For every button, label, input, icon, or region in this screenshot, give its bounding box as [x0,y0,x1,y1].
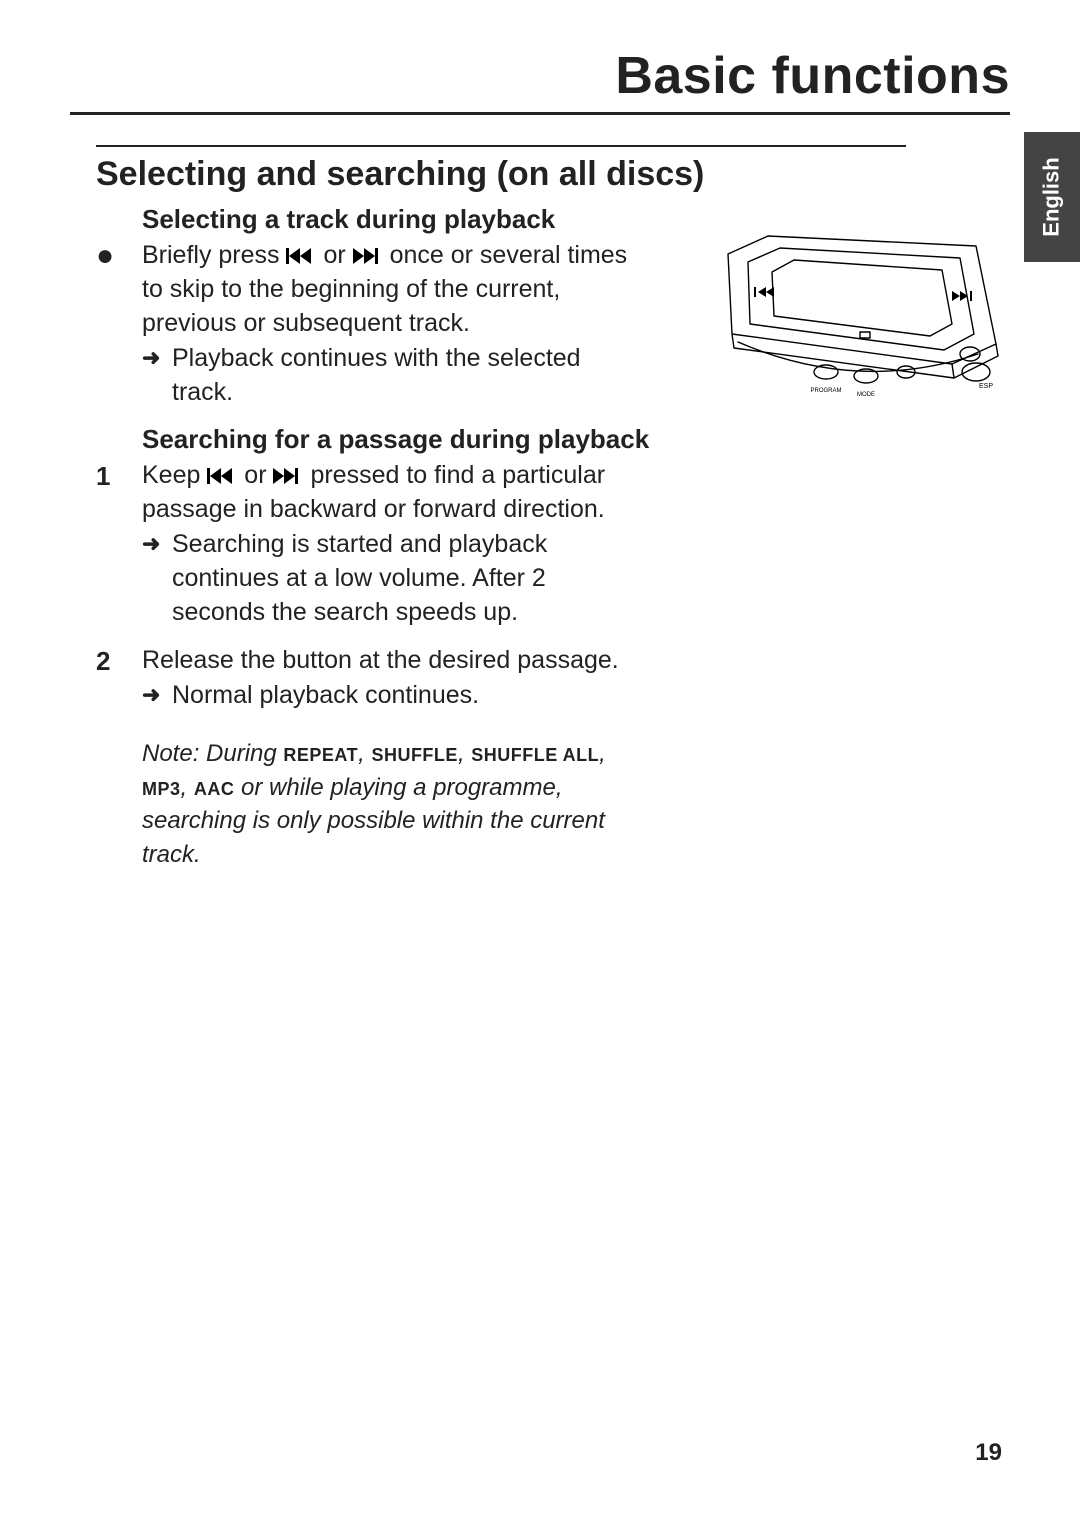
mode-shuffle: SHUFFLE [371,745,458,765]
skip-forward-icon [353,241,390,269]
step-number-2: 2 [96,644,142,679]
select-track-result: Playback continues with the selected tra… [172,342,642,410]
btn-label-esp: ESP [979,383,993,390]
language-tab: English [1024,132,1080,262]
search-step1-result: Searching is started and playback contin… [172,528,642,629]
section-title: Selecting and searching (on all discs) [96,145,906,194]
skip-forward-icon [273,461,310,489]
device-illustration: PROGRAM MODE ESP [708,224,1008,414]
btn-label-mode: MODE [857,392,875,398]
search-step1: Keep or pressed to find a particular pas… [142,459,642,630]
result-arrow-icon: ➜ [142,679,172,711]
subheading-search-passage: Searching for a passage during playback [142,424,906,455]
manual-page: Basic functions English Selecting and se… [0,0,1080,1523]
select-track-instruction: Briefly press or once or several times t… [142,239,642,410]
step-number-1: 1 [96,459,142,494]
bullet-marker: ● [96,239,142,272]
skip-back-icon [286,241,323,269]
result-arrow-icon: ➜ [142,342,172,374]
language-tab-label: English [1039,157,1065,236]
mode-mp3: MP3 [142,779,181,799]
mode-shuffle-all: SHUFFLE ALL [471,745,599,765]
skip-back-icon [207,461,244,489]
result-arrow-icon: ➜ [142,528,172,560]
mode-repeat: REPEAT [283,745,358,765]
btn-label-program: PROGRAM [810,388,841,394]
search-step2-result: Normal playback continues. [172,679,642,713]
page-number: 19 [975,1439,1002,1467]
mode-aac: AAC [194,779,235,799]
chapter-title: Basic functions [70,46,1010,115]
note: Note: During REPEAT, SHUFFLE, SHUFFLE AL… [142,737,642,871]
search-step2: Release the button at the desired passag… [142,644,642,714]
